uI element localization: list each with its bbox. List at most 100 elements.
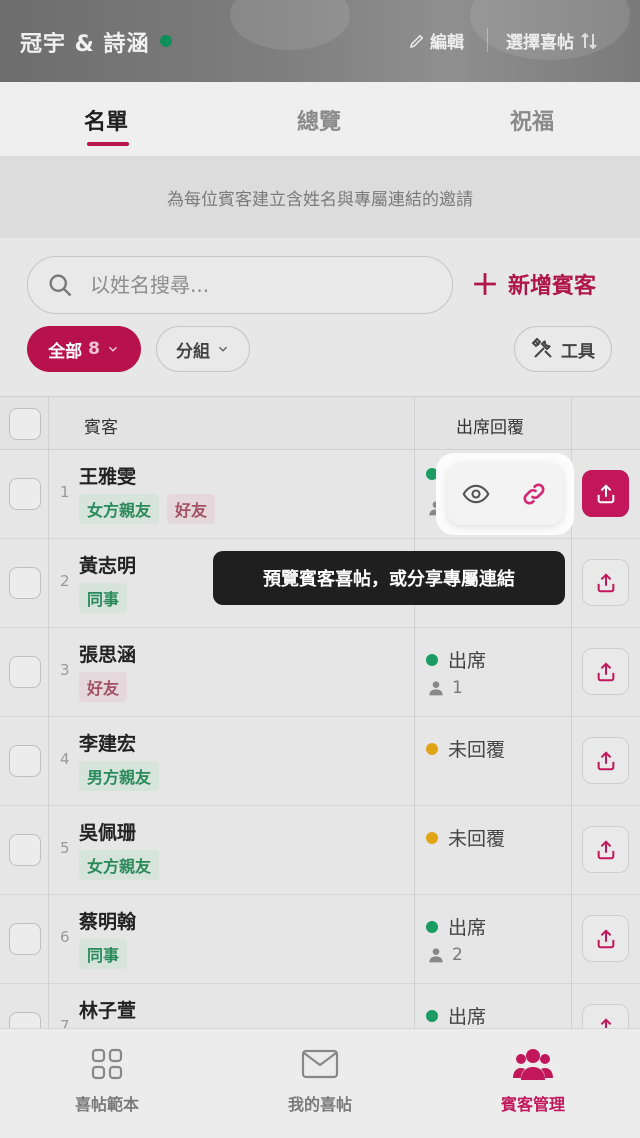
rsvp-status-label: 出席 bbox=[448, 917, 487, 939]
search-box[interactable] bbox=[27, 256, 453, 314]
header-decoration bbox=[230, 0, 350, 50]
share-button[interactable] bbox=[582, 648, 629, 695]
tab-wishes[interactable]: 祝福 bbox=[510, 104, 554, 136]
filter-all-chip[interactable]: 全部 8 bbox=[27, 326, 141, 372]
table-row[interactable]: 5 吳佩珊女方親友 未回覆 bbox=[0, 806, 640, 895]
guests-icon bbox=[513, 1049, 553, 1080]
tab-overview[interactable]: 總覽 bbox=[297, 104, 341, 136]
add-guest-label: 新增賓客 bbox=[508, 274, 597, 299]
tab-list[interactable]: 名單 bbox=[84, 104, 128, 136]
active-tab-indicator bbox=[87, 142, 129, 146]
table-row[interactable]: 4 李建宏男方親友 未回覆 bbox=[0, 717, 640, 806]
guest-tag: 好友 bbox=[167, 494, 216, 524]
rsvp-status: 出席 bbox=[426, 913, 486, 940]
guest-name: 林子萱 bbox=[79, 1000, 137, 1022]
nav-my-invitations[interactable]: 我的喜帖 bbox=[240, 1047, 400, 1115]
rsvp-status-dot bbox=[426, 920, 438, 933]
tooltip: 預覽賓客喜帖，或分享專屬連結 bbox=[213, 551, 565, 605]
row-checkbox[interactable] bbox=[9, 478, 41, 510]
col-rsvp-header: 出席回覆 bbox=[456, 418, 524, 438]
rsvp-status-dot bbox=[426, 1009, 438, 1022]
row-number: 1 bbox=[60, 483, 70, 501]
col-guest-header: 賓客 bbox=[84, 418, 118, 438]
share-icon bbox=[597, 839, 614, 859]
table-row[interactable]: 3 張思涵 好友 出席 1 bbox=[0, 628, 640, 717]
share-button[interactable] bbox=[582, 737, 629, 784]
envelope-icon bbox=[301, 1049, 339, 1079]
rsvp-status: 出席 bbox=[426, 1002, 486, 1029]
search-input[interactable] bbox=[88, 272, 412, 298]
column-divider bbox=[414, 396, 415, 1028]
search-icon bbox=[49, 274, 72, 297]
chevron-down-icon bbox=[108, 346, 117, 352]
rsvp-status-label: 未回覆 bbox=[448, 828, 506, 850]
party-size-count: 1 bbox=[452, 678, 463, 698]
tools-label: 工具 bbox=[561, 341, 595, 362]
filter-group-chip[interactable]: 分組 bbox=[156, 326, 250, 372]
table-row[interactable]: 6 蔡明翰 同事 出席 2 bbox=[0, 895, 640, 984]
party-size: 1 bbox=[428, 678, 463, 698]
guest-tag: 好友 bbox=[79, 672, 128, 702]
share-icon bbox=[597, 928, 614, 948]
add-guest-button[interactable]: 新增賓客 bbox=[472, 268, 596, 300]
person-icon bbox=[429, 948, 443, 963]
row-number: 3 bbox=[60, 661, 70, 679]
rsvp-status-dot bbox=[426, 831, 438, 844]
select-invitation-button[interactable]: 選擇喜帖 bbox=[506, 28, 598, 53]
share-button[interactable] bbox=[582, 470, 629, 517]
eye-icon[interactable] bbox=[462, 480, 490, 508]
guest-tag: 同事 bbox=[79, 939, 128, 969]
guest-tags: 同事 bbox=[79, 583, 128, 613]
rsvp-status-label: 未回覆 bbox=[448, 739, 506, 761]
select-label: 選擇喜帖 bbox=[506, 33, 574, 53]
tools-icon bbox=[531, 337, 552, 358]
select-all-checkbox[interactable] bbox=[9, 408, 41, 440]
row-checkbox[interactable] bbox=[9, 656, 41, 688]
guest-actions-popover bbox=[447, 463, 563, 525]
info-banner: 為每位賓客建立含姓名與專屬連結的邀請 bbox=[0, 156, 640, 238]
bottom-navigation: 喜帖範本 我的喜帖 賓客管理 bbox=[0, 1028, 640, 1138]
filter-group-label: 分組 bbox=[176, 341, 210, 362]
row-number: 2 bbox=[60, 572, 70, 590]
share-button[interactable] bbox=[582, 826, 629, 873]
party-size: 2 bbox=[428, 945, 463, 965]
share-icon bbox=[597, 483, 614, 503]
edit-button[interactable]: 編輯 bbox=[408, 28, 464, 53]
row-checkbox[interactable] bbox=[9, 923, 41, 955]
row-number: 6 bbox=[60, 928, 70, 946]
row-checkbox[interactable] bbox=[9, 567, 41, 599]
guest-tag: 女方親友 bbox=[79, 494, 160, 524]
rsvp-status-dot bbox=[426, 742, 438, 755]
share-button[interactable] bbox=[582, 915, 629, 962]
person-icon bbox=[429, 681, 443, 696]
share-button[interactable] bbox=[582, 559, 629, 606]
guest-name: 李建宏 bbox=[79, 733, 137, 755]
tools-button[interactable]: 工具 bbox=[514, 326, 612, 372]
pencil-icon bbox=[409, 34, 424, 48]
link-icon[interactable] bbox=[520, 480, 548, 508]
nav-my-invitations-label: 我的喜帖 bbox=[287, 1095, 352, 1114]
row-number: 5 bbox=[60, 839, 70, 857]
nav-templates-label: 喜帖範本 bbox=[74, 1095, 139, 1114]
party-size-count: 2 bbox=[452, 945, 463, 965]
guest-name: 吳佩珊 bbox=[79, 822, 137, 844]
sort-arrows-icon bbox=[581, 32, 597, 49]
row-checkbox[interactable] bbox=[9, 834, 41, 866]
guest-tags: 女方親友 bbox=[79, 850, 160, 880]
app-header: 冠宇 & 詩涵 編輯 選擇喜帖 bbox=[0, 0, 640, 82]
guest-tag: 女方親友 bbox=[79, 850, 160, 880]
guest-tags: 男方親友 bbox=[79, 761, 160, 791]
guest-tags: 女方親友 好友 bbox=[79, 494, 216, 524]
online-status-dot bbox=[160, 35, 172, 47]
row-number: 4 bbox=[60, 750, 70, 768]
share-icon bbox=[597, 661, 614, 681]
nav-templates[interactable]: 喜帖範本 bbox=[27, 1047, 187, 1115]
column-divider bbox=[48, 396, 49, 1028]
guest-tag: 同事 bbox=[79, 583, 128, 613]
chevron-down-icon bbox=[218, 346, 228, 352]
grid-icon bbox=[91, 1048, 123, 1080]
nav-guest-management[interactable]: 賓客管理 bbox=[453, 1047, 613, 1115]
rsvp-status-label: 出席 bbox=[448, 1006, 487, 1028]
row-checkbox[interactable] bbox=[9, 745, 41, 777]
guest-name: 張思涵 bbox=[79, 644, 137, 666]
